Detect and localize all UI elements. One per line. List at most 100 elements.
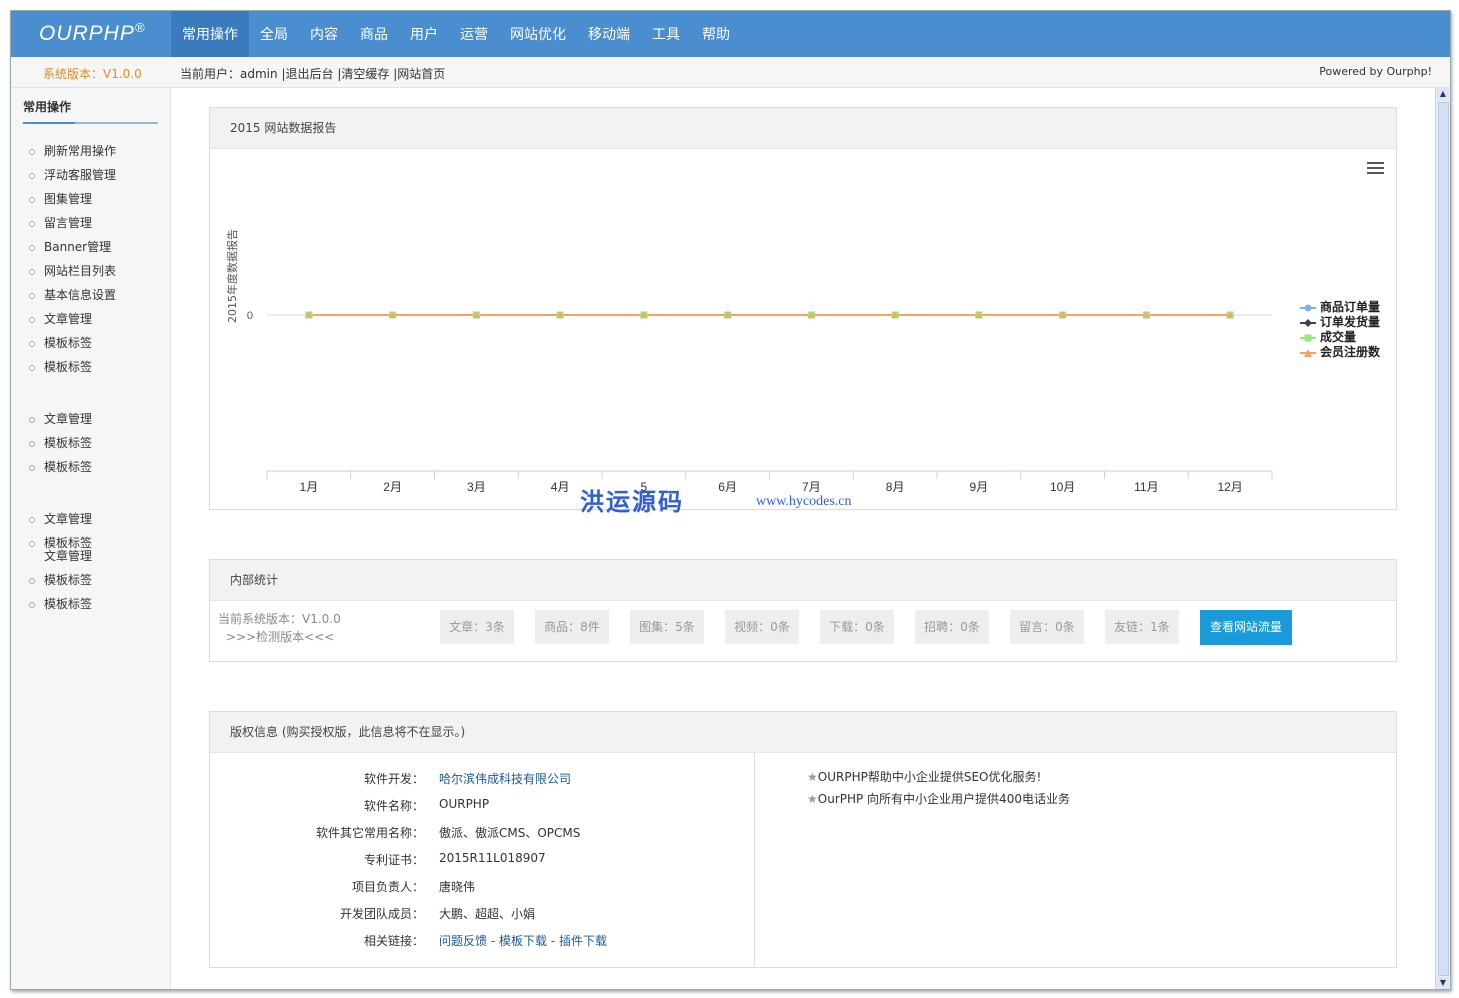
view-traffic-button[interactable]: 查看网站流量 bbox=[1200, 610, 1292, 645]
report-panel: 2015 网站数据报告 2015年度数据报告 0 1月 2月 3月 4月 5 6月 7月 8月 9… bbox=[209, 107, 1397, 516]
sidebar-item[interactable]: 文章管理 bbox=[29, 510, 92, 527]
stat-articles: 文章：3条 bbox=[440, 610, 514, 644]
scroll-up-icon[interactable]: ▲ bbox=[1437, 88, 1449, 100]
nav-item-tools[interactable]: 工具 bbox=[641, 11, 691, 57]
check-version-link[interactable]: >>>检测版本<<< bbox=[218, 628, 341, 646]
nav-item-operations[interactable]: 运营 bbox=[449, 11, 499, 57]
x-tick-label: 10月 bbox=[1050, 480, 1075, 494]
info-row: 软件开发： 哈尔滨伟成科技有限公司 bbox=[363, 770, 572, 787]
legend-diamond-icon bbox=[1300, 318, 1316, 327]
sidebar-title: 常用操作 bbox=[23, 100, 72, 114]
scroll-thumb[interactable] bbox=[1438, 102, 1449, 976]
info-row: 专利证书： 2015R11L018907 bbox=[363, 851, 546, 867]
nav-item-goods[interactable]: 商品 bbox=[349, 11, 399, 57]
app-window: OURPHP® 常用操作 全局 内容 商品 用户 运营 网站优化 移动端 工具 … bbox=[10, 10, 1451, 990]
home-link[interactable]: 网站首页 bbox=[397, 67, 445, 81]
current-version: 当前系统版本：V1.0.0 bbox=[218, 612, 341, 626]
sidebar-item[interactable]: 模板标签 bbox=[29, 358, 92, 375]
star-icon: ★ bbox=[807, 770, 818, 784]
bullet-icon bbox=[29, 196, 35, 203]
bullet-icon bbox=[29, 601, 35, 608]
news-item: ★OURPHP帮助中小企业提供SEO优化服务! bbox=[807, 770, 1042, 784]
stat-jobs: 招聘：0条 bbox=[915, 610, 989, 644]
watermark-url: www.hycodes.cn bbox=[756, 494, 852, 509]
legend-triangle-icon bbox=[1300, 348, 1316, 357]
legend-item[interactable]: 订单发货量 bbox=[1300, 315, 1380, 330]
news-item: ★OurPHP 向所有中小企业用户提供400电话业务 bbox=[807, 792, 1070, 806]
legend-item[interactable]: 会员注册数 bbox=[1300, 345, 1380, 360]
sidebar-item[interactable]: 图集管理 bbox=[29, 190, 92, 207]
bullet-icon bbox=[29, 340, 35, 347]
bullet-icon bbox=[29, 416, 35, 423]
y-tick-label: 0 bbox=[247, 310, 253, 322]
logout-link[interactable]: 退出后台 bbox=[286, 67, 334, 81]
sidebar-item[interactable]: 模板标签 bbox=[29, 434, 92, 451]
info-row: 软件名称： OURPHP bbox=[363, 797, 490, 813]
info-row: 相关链接： 问题反馈 - 模板下载 - 插件下载 bbox=[363, 934, 607, 948]
sidebar-item[interactable]: Banner管理 bbox=[29, 238, 111, 255]
nav-item-help[interactable]: 帮助 bbox=[691, 11, 741, 57]
x-tick-label: 8月 bbox=[886, 480, 905, 494]
powered-by: Powered by Ourphp! bbox=[1319, 65, 1432, 78]
sidebar-item[interactable]: 文章管理 bbox=[29, 547, 92, 564]
info-row: 开发团队成员： 大鹏、超超、小娟 bbox=[339, 907, 536, 921]
bullet-icon bbox=[29, 516, 35, 523]
report-title: 2015 网站数据报告 bbox=[210, 108, 1396, 149]
copyright-title: 版权信息 (购买授权版，此信息将不在显示。) bbox=[210, 712, 1396, 753]
logo[interactable]: OURPHP® bbox=[39, 20, 145, 46]
x-tick-label: 4月 bbox=[551, 480, 570, 494]
scroll-down-icon[interactable]: ▼ bbox=[1437, 977, 1449, 989]
stats-version: 当前系统版本：V1.0.0 >>>检测版本<<< bbox=[218, 610, 341, 646]
sidebar-item[interactable]: 网站栏目列表 bbox=[29, 262, 116, 279]
top-navbar: OURPHP® 常用操作 全局 内容 商品 用户 运营 网站优化 移动端 工具 … bbox=[11, 11, 1450, 57]
nav-item-common[interactable]: 常用操作 bbox=[171, 11, 249, 57]
legend-circle-icon bbox=[1300, 304, 1316, 311]
copyright-panel: 版权信息 (购买授权版，此信息将不在显示。) 软件开发： 哈尔滨伟成科技有限公司 … bbox=[209, 711, 1397, 968]
bullet-icon bbox=[29, 244, 35, 251]
sidebar-item[interactable]: 模板标签 bbox=[29, 458, 92, 475]
nav-item-content[interactable]: 内容 bbox=[299, 11, 349, 57]
sidebar-item[interactable]: 基本信息设置 bbox=[29, 286, 116, 303]
feedback-link[interactable]: 问题反馈 bbox=[439, 934, 487, 948]
bullet-icon bbox=[29, 172, 35, 179]
nav-item-users[interactable]: 用户 bbox=[399, 11, 449, 57]
sub-header: 系统版本：V1.0.0 当前用户：admin |退出后台 |清空缓存 |网站首页… bbox=[11, 57, 1450, 88]
bullet-icon bbox=[29, 577, 35, 584]
bullet-icon bbox=[29, 540, 35, 547]
stats-panel: 内部统计 当前系统版本：V1.0.0 >>>检测版本<<< 文章：3条 商品：8… bbox=[209, 559, 1397, 662]
main-nav: 常用操作 全局 内容 商品 用户 运营 网站优化 移动端 工具 帮助 bbox=[171, 11, 741, 57]
sidebar-item[interactable]: 模板标签 bbox=[29, 571, 92, 588]
legend-item[interactable]: 商品订单量 bbox=[1300, 300, 1380, 315]
stat-gallery: 图集：5条 bbox=[630, 610, 704, 644]
info-row: 软件其它常用名称： 傲派、傲派CMS、OPCMS bbox=[315, 826, 581, 840]
sidebar-item[interactable]: 刷新常用操作 bbox=[29, 142, 116, 159]
sidebar-item[interactable]: 文章管理 bbox=[29, 310, 92, 327]
sidebar-item[interactable]: 模板标签 bbox=[29, 334, 92, 351]
legend-square-icon bbox=[1300, 334, 1316, 341]
scrollbar[interactable]: ▲ ▼ bbox=[1435, 88, 1450, 989]
x-tick-label: 2月 bbox=[383, 480, 402, 494]
bullet-icon bbox=[29, 364, 35, 371]
sidebar-item[interactable]: 浮动客服管理 bbox=[29, 166, 116, 183]
sidebar-item[interactable]: 文章管理 bbox=[29, 410, 92, 427]
stats-title: 内部统计 bbox=[210, 560, 1396, 601]
stat-links: 友链：1条 bbox=[1105, 610, 1179, 644]
sidebar: 常用操作 刷新常用操作 浮动客服管理 图集管理 留言管理 Banner管理 网站… bbox=[11, 88, 171, 989]
sidebar-item[interactable]: 模板标签 bbox=[29, 595, 92, 612]
x-tick-label: 7月 bbox=[802, 480, 821, 494]
x-tick-label: 12月 bbox=[1217, 480, 1242, 494]
nav-item-global[interactable]: 全局 bbox=[249, 11, 299, 57]
bullet-icon bbox=[29, 440, 35, 447]
nav-item-mobile[interactable]: 移动端 bbox=[577, 11, 641, 57]
stat-videos: 视频：0条 bbox=[725, 610, 799, 644]
watermark-text: 洪运源码 bbox=[580, 487, 684, 516]
legend-item[interactable]: 成交量 bbox=[1300, 330, 1380, 345]
sidebar-item[interactable]: 留言管理 bbox=[29, 214, 92, 231]
bullet-icon bbox=[29, 464, 35, 471]
plugin-download-link[interactable]: 插件下载 bbox=[559, 934, 607, 948]
nav-item-seo[interactable]: 网站优化 bbox=[499, 11, 577, 57]
developer-link[interactable]: 哈尔滨伟成科技有限公司 bbox=[439, 770, 571, 787]
stat-messages: 留言：0条 bbox=[1010, 610, 1084, 644]
clear-cache-link[interactable]: 清空缓存 bbox=[341, 67, 389, 81]
template-download-link[interactable]: 模板下载 bbox=[499, 934, 547, 948]
